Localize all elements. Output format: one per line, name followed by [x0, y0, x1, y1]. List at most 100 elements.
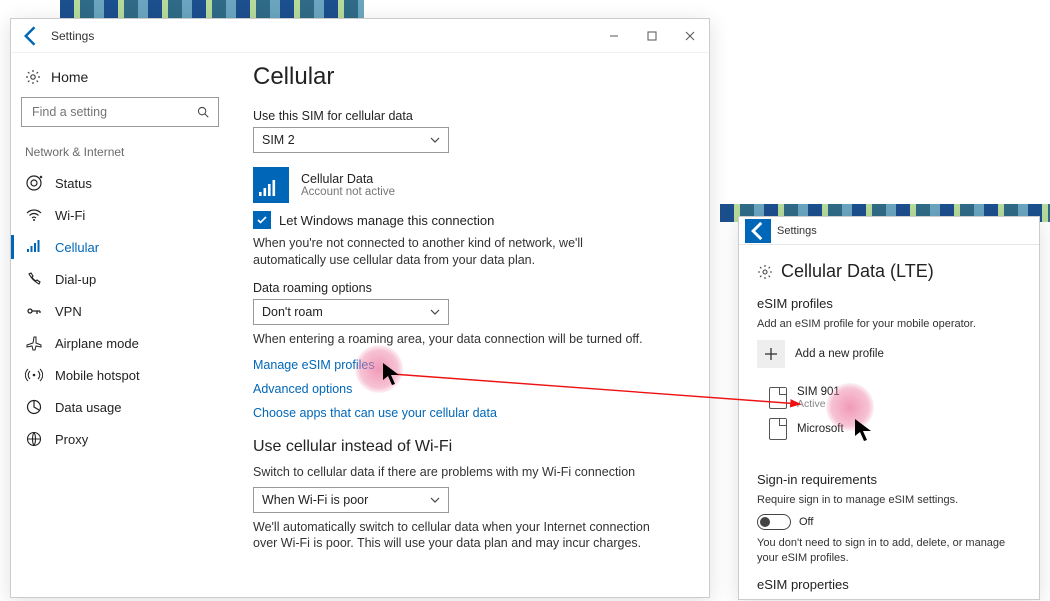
content-pane: Cellular Data (LTE) eSIM profiles Add an…	[739, 245, 1039, 599]
profile-name: SIM 901	[797, 386, 840, 398]
sidebar-nav: Status Wi-Fi Cellular Dial-up VPN	[21, 167, 219, 455]
window-title: Settings	[777, 225, 817, 237]
settings-window-esim: Settings Cellular Data (LTE) eSIM profil…	[738, 216, 1040, 600]
minimize-button[interactable]	[595, 20, 633, 52]
link-choose-apps[interactable]: Choose apps that can use your cellular d…	[253, 406, 681, 420]
cellular-icon	[25, 238, 43, 256]
link-manage-esim[interactable]: Manage eSIM profiles	[253, 358, 681, 372]
sim-card-icon	[769, 418, 787, 440]
profiles-heading: eSIM profiles	[757, 296, 1021, 311]
roaming-label: Data roaming options	[253, 281, 681, 295]
toggle-label: Off	[799, 516, 813, 528]
content-pane: Cellular Use this SIM for cellular data …	[229, 53, 709, 597]
fallback-value: When Wi-Fi is poor	[262, 493, 368, 507]
hotspot-icon	[25, 366, 43, 384]
sidebar-item-datausage[interactable]: Data usage	[21, 391, 219, 423]
sidebar-item-label: Cellular	[55, 240, 99, 255]
search-input[interactable]	[21, 97, 219, 127]
status-icon	[25, 174, 43, 192]
desktop-bg-strip-left	[60, 0, 364, 18]
home-label: Home	[51, 69, 88, 85]
tile-subtitle: Account not active	[301, 186, 395, 198]
tile-title: Cellular Data	[301, 172, 395, 186]
add-profile-button[interactable]: Add a new profile	[757, 340, 1021, 368]
sidebar-item-label: VPN	[55, 304, 82, 319]
profile-name: Microsoft	[797, 423, 844, 435]
esim-profile-row[interactable]: Microsoft	[757, 414, 1021, 444]
sidebar-home[interactable]: Home	[21, 63, 219, 97]
sidebar-item-cellular[interactable]: Cellular	[21, 231, 219, 263]
manage-connection-label: Let Windows manage this connection	[279, 213, 494, 228]
fallback-label: Switch to cellular data if there are pro…	[253, 464, 653, 481]
page-heading-text: Cellular Data (LTE)	[781, 261, 934, 282]
signin-note: You don't need to sign in to add, delete…	[757, 536, 1017, 566]
esim-profile-row[interactable]: SIM 901 Active	[757, 382, 1021, 414]
back-button[interactable]	[17, 22, 45, 50]
sidebar-item-dialup[interactable]: Dial-up	[21, 263, 219, 295]
chevron-down-icon	[430, 495, 440, 505]
sidebar-item-label: Airplane mode	[55, 336, 139, 351]
profile-status: Active	[797, 398, 840, 410]
roaming-value: Don't roam	[262, 305, 323, 319]
maximize-button[interactable]	[633, 20, 671, 52]
sidebar-group-label: Network & Internet	[21, 145, 219, 167]
profiles-desc: Add an eSIM profile for your mobile oper…	[757, 317, 1017, 332]
sidebar-item-label: Proxy	[55, 432, 88, 447]
search-field[interactable]	[30, 104, 196, 120]
proxy-icon	[25, 430, 43, 448]
signal-bars-icon	[253, 167, 289, 203]
sidebar-item-label: Data usage	[55, 400, 122, 415]
gear-icon	[757, 264, 773, 280]
gear-icon	[25, 69, 41, 85]
sidebar-item-vpn[interactable]: VPN	[21, 295, 219, 327]
link-advanced-options[interactable]: Advanced options	[253, 382, 681, 396]
search-icon	[196, 105, 210, 119]
plus-icon	[757, 340, 785, 368]
vpn-icon	[25, 302, 43, 320]
cellular-data-tile-row[interactable]: Cellular Data Account not active	[253, 167, 681, 203]
fallback-desc: We'll automatically switch to cellular d…	[253, 519, 653, 553]
sim-card-icon	[769, 387, 787, 409]
sidebar-item-label: Status	[55, 176, 92, 191]
sidebar: Home Network & Internet Status Wi-Fi	[11, 53, 229, 597]
toggle-off-icon[interactable]	[757, 514, 791, 530]
chevron-down-icon	[430, 135, 440, 145]
props-heading: eSIM properties	[757, 577, 1021, 592]
sidebar-item-status[interactable]: Status	[21, 167, 219, 199]
sidebar-item-label: Mobile hotspot	[55, 368, 140, 383]
close-button[interactable]	[671, 20, 709, 52]
cellular-tile-text: Cellular Data Account not active	[301, 172, 395, 198]
roaming-desc: When entering a roaming area, your data …	[253, 331, 653, 348]
signin-desc: Require sign in to manage eSIM settings.	[757, 493, 1017, 508]
dialup-icon	[25, 270, 43, 288]
page-heading: Cellular Data (LTE)	[757, 261, 1021, 282]
data-usage-icon	[25, 398, 43, 416]
sidebar-item-wifi[interactable]: Wi-Fi	[21, 199, 219, 231]
signin-heading: Sign-in requirements	[757, 472, 1021, 487]
fallback-heading: Use cellular instead of Wi-Fi	[253, 438, 681, 456]
page-heading: Cellular	[253, 63, 681, 91]
titlebar: Settings	[11, 19, 709, 53]
sidebar-item-airplane[interactable]: Airplane mode	[21, 327, 219, 359]
sidebar-item-label: Dial-up	[55, 272, 96, 287]
settings-window-main: Settings Home Network & Internet Status	[10, 18, 710, 598]
manage-connection-row[interactable]: Let Windows manage this connection	[253, 211, 681, 229]
titlebar: Settings	[739, 217, 1039, 245]
fallback-select[interactable]: When Wi-Fi is poor	[253, 487, 449, 513]
sim-select-label: Use this SIM for cellular data	[253, 109, 681, 123]
sim-select-value: SIM 2	[262, 133, 295, 147]
airplane-icon	[25, 334, 43, 352]
window-title: Settings	[51, 29, 94, 43]
sim-select[interactable]: SIM 2	[253, 127, 449, 153]
checkbox-checked-icon[interactable]	[253, 211, 271, 229]
signin-toggle[interactable]: Off	[757, 514, 1021, 530]
back-button[interactable]	[745, 219, 771, 243]
sidebar-item-hotspot[interactable]: Mobile hotspot	[21, 359, 219, 391]
add-profile-label: Add a new profile	[795, 348, 884, 360]
manage-connection-desc: When you're not connected to another kin…	[253, 235, 653, 269]
roaming-select[interactable]: Don't roam	[253, 299, 449, 325]
sidebar-item-proxy[interactable]: Proxy	[21, 423, 219, 455]
sidebar-item-label: Wi-Fi	[55, 208, 85, 223]
wifi-icon	[25, 206, 43, 224]
chevron-down-icon	[430, 307, 440, 317]
